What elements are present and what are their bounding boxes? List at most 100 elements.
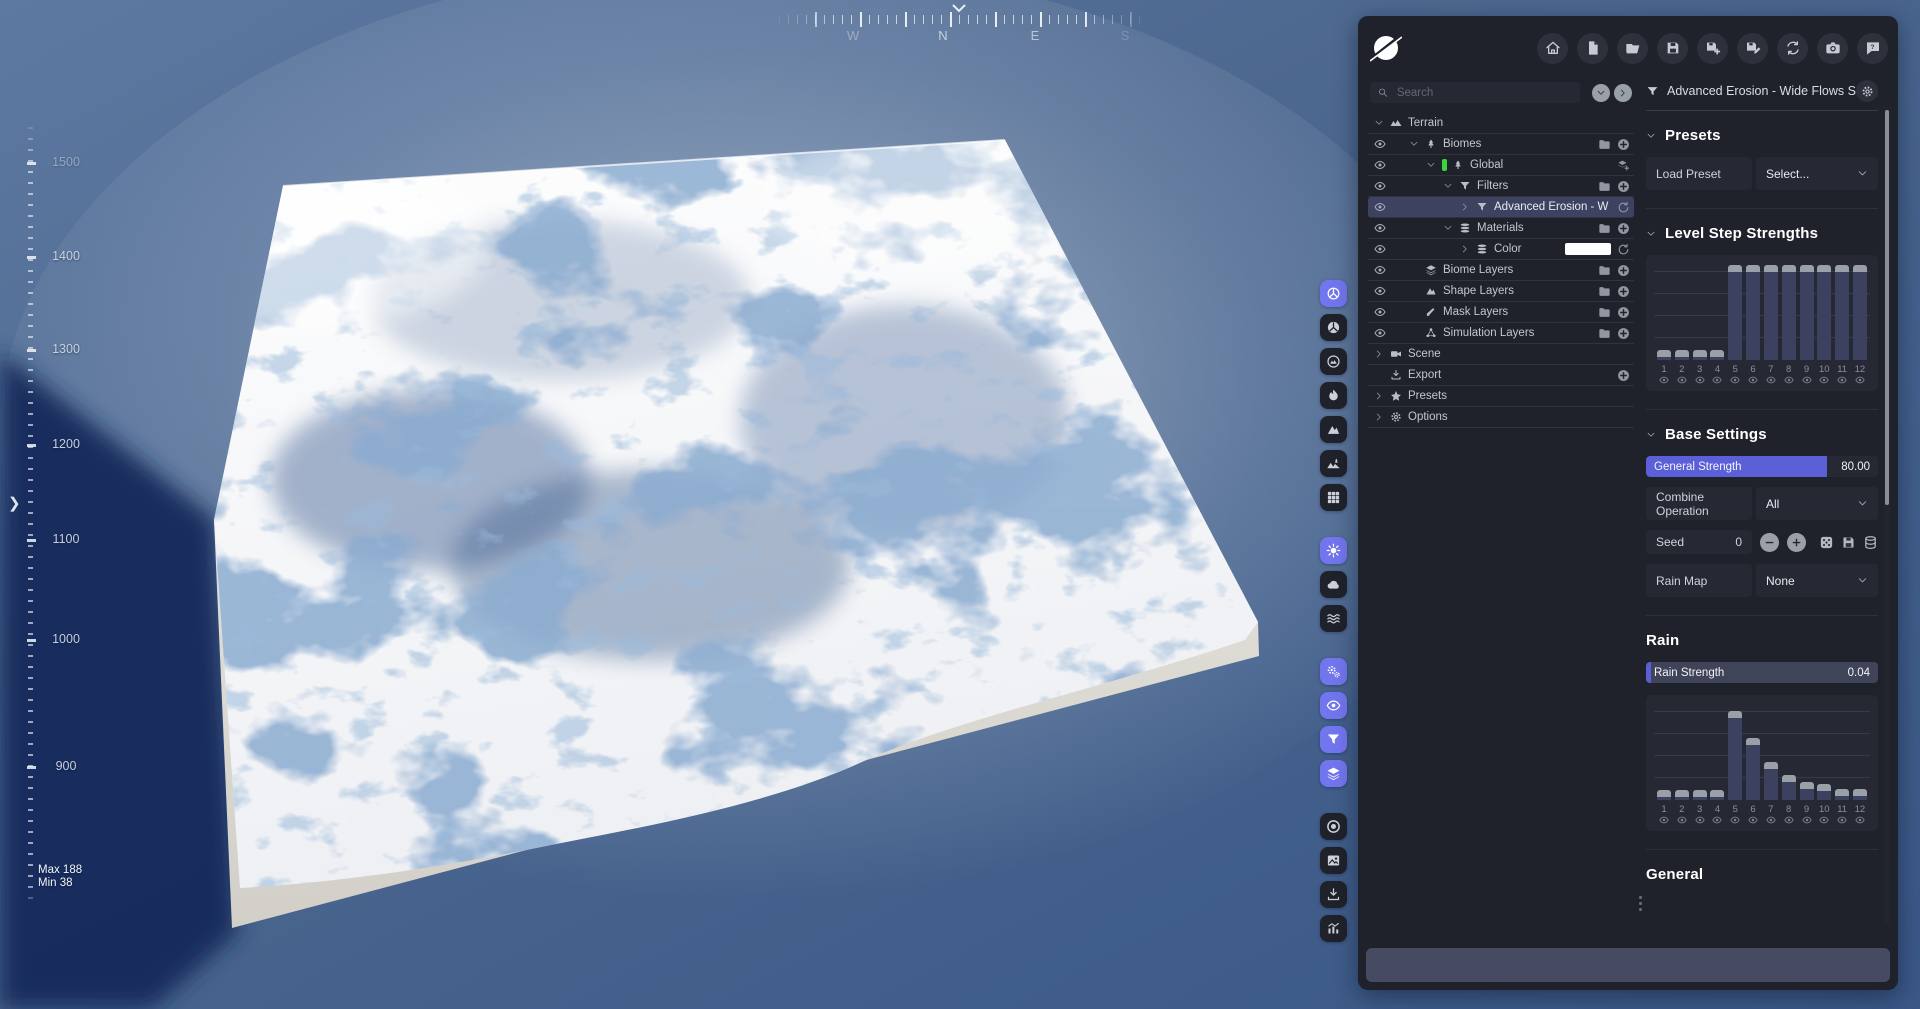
bar-level-6[interactable] bbox=[1746, 738, 1760, 800]
settings-scrollbar[interactable] bbox=[1884, 108, 1890, 924]
refresh-icon[interactable] bbox=[1617, 243, 1630, 256]
filter-settings-gear-button[interactable] bbox=[1856, 80, 1878, 102]
level-eye-toggle[interactable] bbox=[1728, 815, 1742, 825]
search-box[interactable] bbox=[1370, 82, 1580, 103]
level-eye-toggle[interactable] bbox=[1782, 815, 1796, 825]
water-button[interactable] bbox=[1320, 605, 1347, 632]
folder-icon[interactable] bbox=[1598, 138, 1611, 151]
tree-item-global[interactable]: Global bbox=[1368, 155, 1634, 176]
bar-level-5[interactable] bbox=[1728, 711, 1742, 800]
new-file-button[interactable] bbox=[1577, 33, 1608, 64]
level-eye-toggle[interactable] bbox=[1800, 815, 1814, 825]
bar-level-9[interactable] bbox=[1800, 782, 1814, 800]
plus-icon[interactable] bbox=[1617, 222, 1630, 235]
view-flow-button[interactable] bbox=[1320, 382, 1347, 409]
eye-icon[interactable] bbox=[1374, 180, 1386, 192]
save-seed-icon[interactable] bbox=[1841, 535, 1856, 550]
bar-level-8[interactable] bbox=[1782, 775, 1796, 800]
bar-level-4[interactable] bbox=[1710, 350, 1724, 360]
chev-down-icon[interactable] bbox=[1443, 223, 1453, 233]
bar-level-12[interactable] bbox=[1853, 789, 1867, 800]
eye-icon[interactable] bbox=[1374, 306, 1386, 318]
bar-level-7[interactable] bbox=[1764, 762, 1778, 800]
level-eye-toggle[interactable] bbox=[1800, 375, 1814, 385]
folder-icon[interactable] bbox=[1598, 306, 1611, 319]
auto-process-button[interactable] bbox=[1320, 658, 1347, 685]
chev-down-icon[interactable] bbox=[1443, 181, 1453, 191]
plus-icon[interactable] bbox=[1617, 306, 1630, 319]
help-button[interactable]: ? bbox=[1857, 33, 1888, 64]
tree-item-scene[interactable]: Scene bbox=[1368, 344, 1634, 365]
level-eye-toggle[interactable] bbox=[1817, 815, 1831, 825]
seed-increment-button[interactable] bbox=[1787, 533, 1806, 552]
tree-item-color[interactable]: Color bbox=[1368, 239, 1634, 260]
chevron-down-icon[interactable] bbox=[1646, 430, 1656, 440]
tree-item-shape-layers[interactable]: Shape Layers bbox=[1368, 281, 1634, 302]
bar-level-10[interactable] bbox=[1817, 784, 1831, 800]
record-button[interactable] bbox=[1320, 813, 1347, 840]
view-shaded-button[interactable] bbox=[1320, 280, 1347, 307]
tree-item-options[interactable]: Options bbox=[1368, 407, 1634, 428]
bar-level-3[interactable] bbox=[1693, 350, 1707, 360]
left-panel-expander[interactable]: ❯ bbox=[8, 492, 24, 514]
chev-right-icon[interactable] bbox=[1460, 244, 1470, 254]
chev-right-icon[interactable] bbox=[1374, 391, 1384, 401]
eye-icon[interactable] bbox=[1374, 201, 1386, 213]
tree-item-simulation-layers[interactable]: Simulation Layers bbox=[1368, 323, 1634, 344]
load-preset-select[interactable]: Select... bbox=[1756, 157, 1878, 190]
home-button[interactable] bbox=[1537, 33, 1568, 64]
chev-down-icon[interactable] bbox=[1374, 118, 1384, 128]
tree-item-mask-layers[interactable]: Mask Layers bbox=[1368, 302, 1634, 323]
eye-icon[interactable] bbox=[1374, 327, 1386, 339]
save-add-button[interactable] bbox=[1697, 33, 1728, 64]
bar-level-12[interactable] bbox=[1853, 265, 1867, 360]
tree-item-terrain[interactable]: Terrain bbox=[1368, 113, 1634, 134]
settings-scroll-area[interactable]: Presets Load Preset Select... Level Step… bbox=[1646, 111, 1878, 942]
save-button[interactable] bbox=[1657, 33, 1688, 64]
show-filters-button[interactable] bbox=[1320, 726, 1347, 753]
level-eye-toggle[interactable] bbox=[1782, 375, 1796, 385]
bar-level-5[interactable] bbox=[1728, 265, 1742, 360]
rain-strength-slider[interactable]: Rain Strength 0.04 bbox=[1646, 662, 1878, 683]
plus-icon[interactable] bbox=[1617, 180, 1630, 193]
export-image-button[interactable] bbox=[1320, 881, 1347, 908]
level-eye-toggle[interactable] bbox=[1675, 375, 1689, 385]
level-eye-toggle[interactable] bbox=[1746, 375, 1760, 385]
seed-decrement-button[interactable] bbox=[1760, 533, 1779, 552]
bar-level-11[interactable] bbox=[1835, 265, 1849, 360]
bar-level-11[interactable] bbox=[1835, 789, 1849, 800]
refresh-icon[interactable] bbox=[1617, 201, 1630, 214]
level-eye-toggle[interactable] bbox=[1764, 375, 1778, 385]
bar-level-10[interactable] bbox=[1817, 265, 1831, 360]
view-slope-button[interactable] bbox=[1320, 416, 1347, 443]
color-swatch[interactable] bbox=[1565, 243, 1611, 255]
folder-icon[interactable] bbox=[1598, 264, 1611, 277]
tree-item-export[interactable]: Export bbox=[1368, 365, 1634, 386]
plus-icon[interactable] bbox=[1617, 369, 1630, 382]
bar-level-6[interactable] bbox=[1746, 265, 1760, 360]
level-eye-toggle[interactable] bbox=[1657, 815, 1671, 825]
view-scene-button[interactable] bbox=[1320, 450, 1347, 477]
layers-add-icon[interactable] bbox=[1617, 159, 1630, 172]
view-albedo-button[interactable] bbox=[1320, 314, 1347, 341]
tree-item-filters[interactable]: Filters bbox=[1368, 176, 1634, 197]
plus-icon[interactable] bbox=[1617, 327, 1630, 340]
level-eye-toggle[interactable] bbox=[1764, 815, 1778, 825]
tree-item-biome-layers[interactable]: Biome Layers bbox=[1368, 260, 1634, 281]
level-eye-toggle[interactable] bbox=[1746, 815, 1760, 825]
folder-icon[interactable] bbox=[1598, 327, 1611, 340]
show-layers-button[interactable] bbox=[1320, 760, 1347, 787]
screenshot-button[interactable] bbox=[1817, 33, 1848, 64]
preview-visibility-button[interactable] bbox=[1320, 692, 1347, 719]
eye-icon[interactable] bbox=[1374, 285, 1386, 297]
chevron-down-icon[interactable] bbox=[1646, 131, 1656, 141]
snapshot-button[interactable] bbox=[1320, 847, 1347, 874]
level-eye-toggle[interactable] bbox=[1710, 375, 1724, 385]
status-bar[interactable] bbox=[1366, 948, 1890, 982]
general-strength-slider[interactable]: General Strength 80.00 bbox=[1646, 456, 1878, 477]
expand-all-button[interactable] bbox=[1592, 84, 1610, 102]
view-grid-button[interactable] bbox=[1320, 484, 1347, 511]
folder-icon[interactable] bbox=[1598, 285, 1611, 298]
level-eye-toggle[interactable] bbox=[1835, 815, 1849, 825]
level-eye-toggle[interactable] bbox=[1693, 375, 1707, 385]
